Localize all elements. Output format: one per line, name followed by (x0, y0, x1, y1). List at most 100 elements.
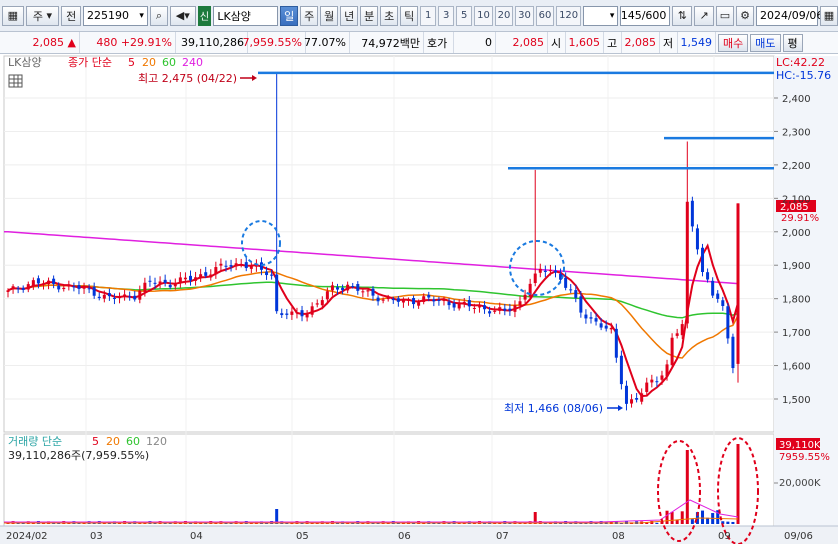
volume-axis-tick: 20,000K (779, 478, 821, 489)
settings-icon[interactable]: ⚙ (736, 5, 754, 26)
interval-60[interactable]: 60 (535, 5, 555, 26)
jeon-button[interactable]: 전 (61, 5, 82, 26)
volume-bar (665, 510, 669, 524)
ma240-label: 240 (182, 56, 203, 69)
stock-label: LK삼양 (8, 56, 42, 69)
volume-pct: 7,959.55% (243, 32, 306, 53)
time-tick-label: 06 (398, 531, 411, 542)
candle-body (163, 279, 167, 284)
candle-body (300, 310, 304, 317)
calendar-icon[interactable]: ▦ (820, 5, 838, 26)
candle-body (721, 300, 725, 306)
interval-10[interactable]: 10 (474, 5, 493, 26)
candle-body (401, 299, 405, 303)
interval-custom-input[interactable]: ▾ (582, 5, 619, 26)
price-tick-label: 1,500 (782, 395, 811, 406)
time-tick-label: 05 (296, 531, 309, 542)
table-toggle-icon[interactable] (8, 74, 23, 88)
period-second-tab[interactable]: 초 (380, 5, 399, 26)
candle-body (584, 314, 588, 319)
period-week-tab[interactable]: 주 (300, 5, 319, 26)
open-label: 시 (548, 32, 566, 53)
compare-icon[interactable]: ⇅ (672, 5, 693, 26)
candle-body (67, 284, 71, 287)
chart-tool-icon[interactable]: ↗ (694, 5, 714, 26)
chart-svg[interactable]: LK삼양 종가 단순 5 20 60 240 LC:42.22 HC:-15.7… (0, 54, 838, 544)
candle-body (280, 313, 284, 316)
candle-body (680, 324, 684, 336)
date-input[interactable]: 2024/09/06 (756, 5, 823, 26)
max-annotation: 최고 2,475 (04/22) (138, 72, 237, 85)
candle-body (569, 289, 573, 291)
volume-bar (680, 511, 684, 524)
candle-body (650, 379, 654, 383)
hoga-value: 0 (454, 32, 496, 53)
candle-body (472, 307, 476, 309)
candle-body (351, 285, 355, 287)
data-count-field[interactable]: 145/600 (620, 5, 671, 26)
candle-body (295, 312, 299, 314)
current-price-2: 2,085 (496, 32, 548, 53)
candle-body (249, 265, 253, 269)
interval-1[interactable]: 1 (420, 5, 437, 26)
candle-body (640, 393, 644, 402)
interval-30[interactable]: 30 (515, 5, 534, 26)
interval-5[interactable]: 5 (456, 5, 473, 26)
price-change-pct: +29.91% (120, 36, 172, 49)
market-select[interactable]: 주 ▾ (25, 5, 60, 26)
candle-body (77, 285, 81, 289)
price-change: 480 +29.91% (80, 32, 176, 53)
chart-type-icon[interactable]: ▦ (2, 5, 24, 26)
candle-body (579, 296, 583, 313)
period-month-tab[interactable]: 월 (320, 5, 339, 26)
ma5-label: 5 (128, 56, 135, 69)
period-day-tab[interactable]: 일 (280, 5, 299, 26)
candle-body (422, 296, 426, 302)
candle-body (92, 286, 96, 296)
candle-body (341, 287, 345, 291)
candle-body (138, 290, 142, 300)
price-tick-label: 1,700 (782, 328, 811, 339)
candle-body (153, 282, 157, 284)
interval-120[interactable]: 120 (556, 5, 581, 26)
candle-body (26, 284, 30, 290)
candle-body (391, 298, 395, 301)
period-minute-tab[interactable]: 분 (360, 5, 379, 26)
ma60-label: 60 (162, 56, 176, 69)
price-panel (3, 55, 775, 433)
indicator-label: 종가 단순 (68, 56, 112, 69)
market-select-value: 주 (32, 9, 44, 23)
candle-body (396, 298, 400, 302)
period-tick-tab[interactable]: 틱 (400, 5, 419, 26)
sound-icon[interactable]: ◀▾ (169, 5, 196, 26)
stock-code-input[interactable]: 225190 ▾ (83, 5, 148, 26)
candle-body (229, 265, 233, 267)
period-year-tab[interactable]: 년 (340, 5, 359, 26)
trade-amount: 74,972백만 (350, 32, 424, 53)
candle-body (239, 264, 243, 266)
stock-code-value: 225190 (87, 9, 130, 22)
interval-3[interactable]: 3 (438, 5, 455, 26)
sell-button[interactable]: 매도 (750, 33, 781, 52)
stock-name-field[interactable]: LK삼양 (213, 5, 279, 26)
candle-body (690, 200, 694, 227)
volume-bar (736, 444, 740, 524)
candle-body (447, 301, 451, 306)
hc-label: HC:-15.76 (776, 69, 831, 82)
chart-area[interactable]: LK삼양 종가 단순 5 20 60 240 LC:42.22 HC:-15.7… (0, 54, 838, 544)
candle-body (97, 296, 101, 299)
evaluate-button[interactable]: 평 (782, 33, 803, 52)
candle-body (594, 318, 598, 322)
candle-body (467, 300, 471, 307)
candle-body (214, 267, 218, 275)
candle-body (716, 293, 720, 299)
search-icon[interactable]: ⌕ (149, 5, 168, 26)
candle-body (183, 277, 187, 280)
candle-body (320, 300, 324, 306)
candle-body (21, 287, 25, 290)
candle-body (711, 280, 715, 296)
interval-20[interactable]: 20 (494, 5, 514, 26)
low-price: 1,549 (678, 32, 716, 53)
window-icon[interactable]: ▭ (716, 5, 734, 26)
buy-button[interactable]: 매수 (718, 33, 749, 52)
